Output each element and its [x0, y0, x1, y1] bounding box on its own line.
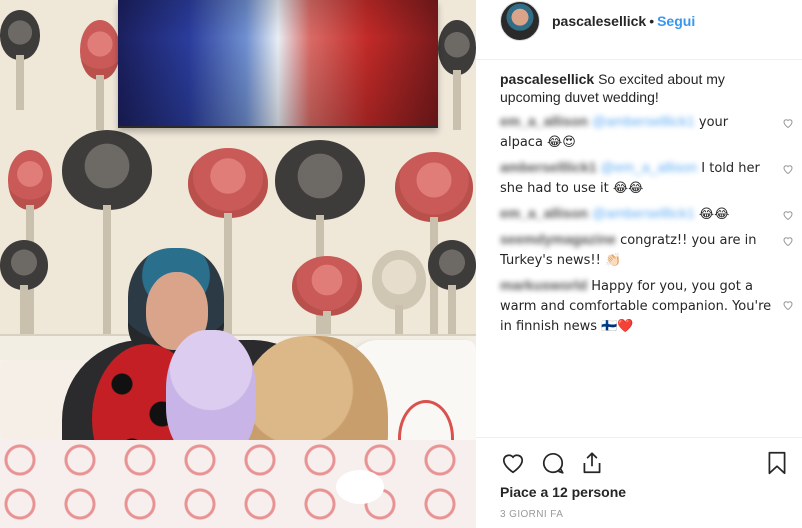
header-username[interactable]: pascalesellick: [552, 13, 646, 29]
comment: markusworld Happy for you, you got a war…: [500, 276, 793, 336]
comments-list: pascalesellick So excited about my upcom…: [500, 70, 793, 342]
wallpaper-tree: [372, 250, 426, 340]
comment: amberselllick1 @em_a_allison I told her …: [500, 158, 793, 198]
comment-mention[interactable]: @amberselllick1: [592, 113, 695, 129]
bookmark-icon[interactable]: [764, 450, 790, 476]
comment-username[interactable]: em_a_allison: [500, 205, 588, 221]
comment: seemdymagazine congratz!! you are in Tur…: [500, 230, 793, 270]
comment-username[interactable]: em_a_allison: [500, 113, 588, 129]
separator-dot: •: [649, 13, 655, 29]
caption-username[interactable]: pascalesellick: [500, 71, 594, 87]
comment-text: 😂😂: [694, 207, 730, 222]
post-header: pascalesellick • Segui: [476, 0, 802, 60]
heart-outline-icon[interactable]: [500, 450, 526, 476]
share-icon[interactable]: [579, 450, 605, 476]
wallpaper-tree: [292, 256, 362, 340]
comment-username[interactable]: seemdymagazine: [500, 231, 616, 247]
header-text: pascalesellick • Segui: [552, 13, 695, 29]
abstract-painting: [118, 0, 438, 128]
follow-button[interactable]: Segui: [657, 13, 695, 29]
post-photo[interactable]: [0, 0, 476, 528]
wallpaper-tree: [0, 240, 48, 340]
post-sidebar: pascalesellick • Segui pascalesellick So e…: [476, 0, 802, 528]
comment-username[interactable]: markusworld: [500, 277, 587, 293]
likes-count[interactable]: Piace a 12 persone: [500, 484, 626, 500]
action-bar: Piace a 12 persone 3 GIORNI FA: [476, 437, 802, 528]
comment-mention[interactable]: @amberselllick1: [592, 205, 695, 221]
avatar[interactable]: [500, 1, 540, 41]
caption: pascalesellick So excited about my upcom…: [500, 70, 790, 106]
post-timestamp[interactable]: 3 GIORNI FA: [500, 509, 563, 520]
comment-like-icon[interactable]: [782, 297, 794, 311]
wallpaper-tree: [80, 20, 120, 130]
comment-like-icon[interactable]: [782, 161, 794, 175]
heart-print-duvet: [0, 440, 476, 528]
comment: em_a_allison @amberselllick1 your alpaca…: [500, 112, 793, 152]
comment-like-icon[interactable]: [782, 233, 794, 247]
comment: em_a_allison @amberselllick1 😂😂: [500, 204, 793, 224]
comment-username[interactable]: amberselllick1: [500, 159, 597, 175]
comment-like-icon[interactable]: [782, 115, 794, 129]
wallpaper-tree: [428, 240, 476, 340]
comment-bubble-icon[interactable]: [540, 450, 566, 476]
wallpaper-tree: [438, 20, 476, 130]
comment-mention[interactable]: @em_a_allison: [600, 159, 697, 175]
comment-like-icon[interactable]: [782, 207, 794, 221]
wallpaper-tree: [0, 10, 40, 110]
plush-foot: [336, 470, 384, 504]
